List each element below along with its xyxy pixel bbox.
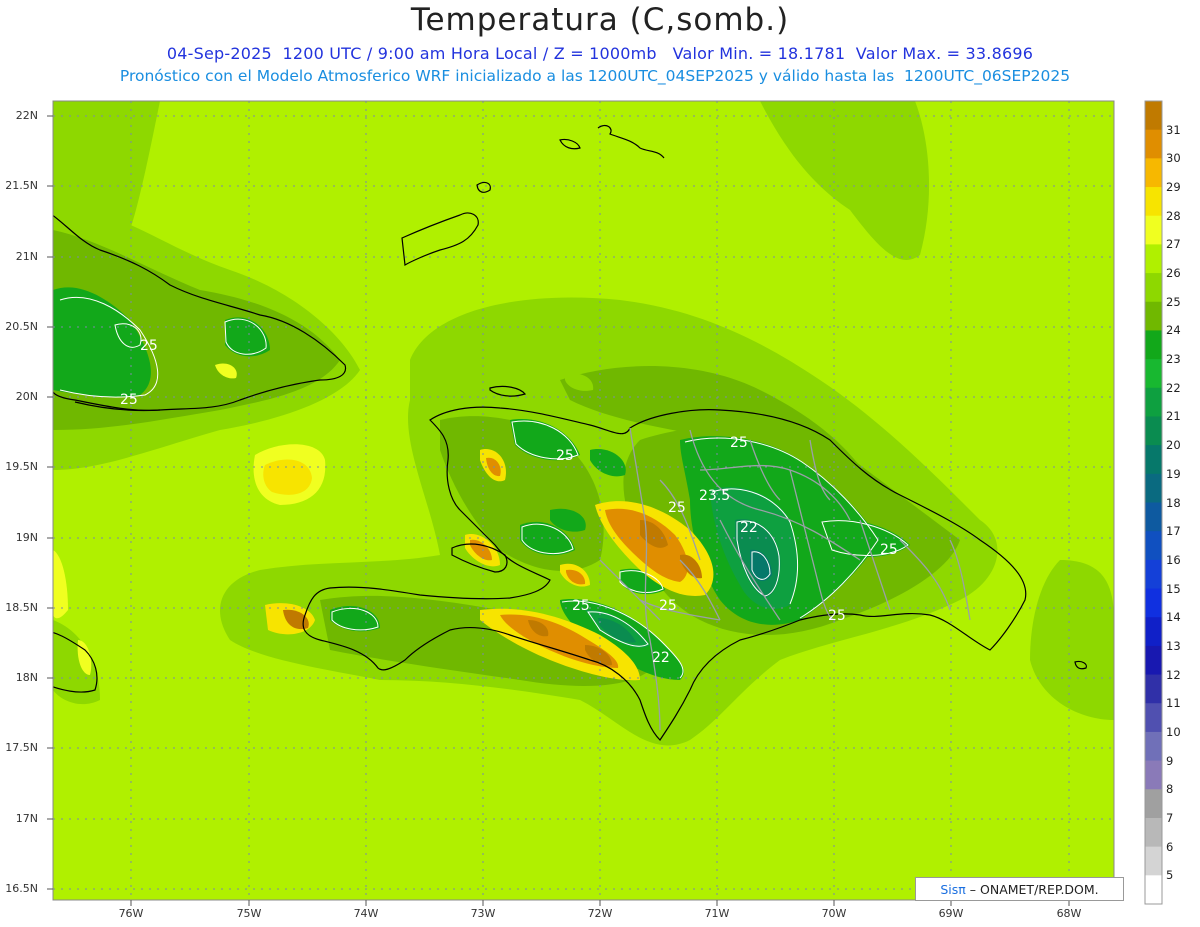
colorbar-label: 23 [1166,352,1181,367]
colorbar-swatch [1145,359,1162,389]
colorbar-swatch [1145,445,1162,475]
x-tick-label: 75W [236,907,262,920]
colorbar [1145,101,1162,905]
colorbar-swatch [1145,215,1162,245]
y-tick-label: 16.5N [5,882,38,895]
colorbar-swatch [1145,416,1162,446]
colorbar-swatch [1145,101,1162,131]
colorbar-swatch [1145,760,1162,790]
colorbar-swatch [1145,731,1162,762]
colorbar-label: 10 [1166,724,1181,739]
colorbar-swatch [1145,387,1162,417]
y-tick-label: 18.5N [5,601,38,614]
colorbar-label: 28 [1166,208,1181,223]
y-tick-label: 21.5N [5,179,38,192]
colorbar-label: 30 [1166,151,1181,166]
sispi-logo-text: Sisπ [940,881,966,897]
x-tick-label: 73W [470,907,496,920]
x-tick-label: 68W [1056,907,1082,920]
y-tick-label: 20N [15,390,38,403]
colorbar-swatch [1145,674,1162,704]
colorbar-label: 29 [1166,180,1181,195]
y-tick-label: 17.5N [5,741,38,754]
colorbar-label: 17 [1166,524,1181,539]
contour-label: 25 [659,598,677,614]
colorbar-label: 16 [1166,552,1181,567]
colorbar-swatch [1145,703,1162,733]
contour-label: 23.5 [699,488,730,504]
x-tick-label: 76W [118,907,144,920]
temperature-map: 25 25 25 25 23.5 22 25 25 25 25 25 22 [47,100,1163,906]
colorbar-label: 9 [1166,753,1174,768]
x-tick-label: 72W [587,907,613,920]
contour-label: 25 [828,608,846,624]
y-tick-label: 22N [15,109,38,122]
credit-org: – ONAMET/REP.DOM. [969,881,1099,897]
colorbar-label: 24 [1166,323,1181,338]
colorbar-label: 15 [1166,581,1181,596]
colorbar-swatch [1145,301,1162,331]
colorbar-swatch [1145,273,1162,303]
x-tick-label: 74W [353,907,379,920]
contour-label: 22 [740,520,758,536]
colorbar-swatch [1145,244,1162,274]
colorbar-label: 13 [1166,638,1181,653]
colorbar-label: 6 [1166,839,1174,854]
y-tick-label: 19N [15,531,38,544]
contour-label: 25 [730,435,748,451]
colorbar-swatch [1145,473,1162,503]
colorbar-label: 14 [1166,610,1181,625]
y-tick-label: 20.5N [5,320,38,333]
colorbar-swatch [1145,559,1162,590]
colorbar-swatch [1145,129,1162,159]
colorbar-swatch [1145,158,1162,188]
colorbar-swatch [1145,817,1162,848]
zone-29-ocean [263,459,312,495]
y-tick-label: 21N [15,250,38,263]
colorbar-swatch [1145,502,1162,532]
colorbar-label: 31 [1166,122,1181,137]
colorbar-label: 8 [1166,782,1174,797]
y-tick-label: 17N [15,812,38,825]
colorbar-label: 5 [1166,868,1174,883]
contour-label: 25 [556,448,574,464]
colorbar-label: 18 [1166,495,1181,510]
colorbar-swatch [1145,617,1162,647]
colorbar-label: 26 [1166,266,1181,281]
contour-label: 25 [140,338,158,354]
colorbar-label: 12 [1166,667,1181,682]
colorbar-label: 22 [1166,380,1181,395]
colorbar-swatch [1145,846,1162,876]
contour-label: 25 [880,542,898,558]
credit-box: Sisπ – ONAMET/REP.DOM. [915,877,1124,901]
colorbar-label: 7 [1166,810,1174,825]
contour-label: 22 [652,650,670,666]
y-tick-label: 18N [15,671,38,684]
colorbar-swatch [1145,645,1162,676]
x-tick-label: 71W [704,907,730,920]
contour-label: 25 [572,598,590,614]
contour-label: 25 [120,392,138,408]
colorbar-swatch [1145,875,1162,905]
colorbar-label: 19 [1166,466,1181,481]
colorbar-label: 27 [1166,237,1181,252]
x-tick-label: 69W [938,907,964,920]
colorbar-swatch [1145,789,1162,819]
colorbar-label: 11 [1166,696,1181,711]
y-tick-label: 19.5N [5,460,38,473]
shaded-field [53,101,1114,900]
x-tick-label: 70W [821,907,847,920]
colorbar-swatch [1145,588,1162,618]
colorbar-swatch [1145,330,1162,360]
colorbar-swatch [1145,531,1162,561]
colorbar-label: 25 [1166,294,1181,309]
contour-label: 25 [668,500,686,516]
colorbar-label: 21 [1166,409,1181,424]
colorbar-swatch [1145,187,1162,217]
colorbar-label: 20 [1166,438,1181,453]
